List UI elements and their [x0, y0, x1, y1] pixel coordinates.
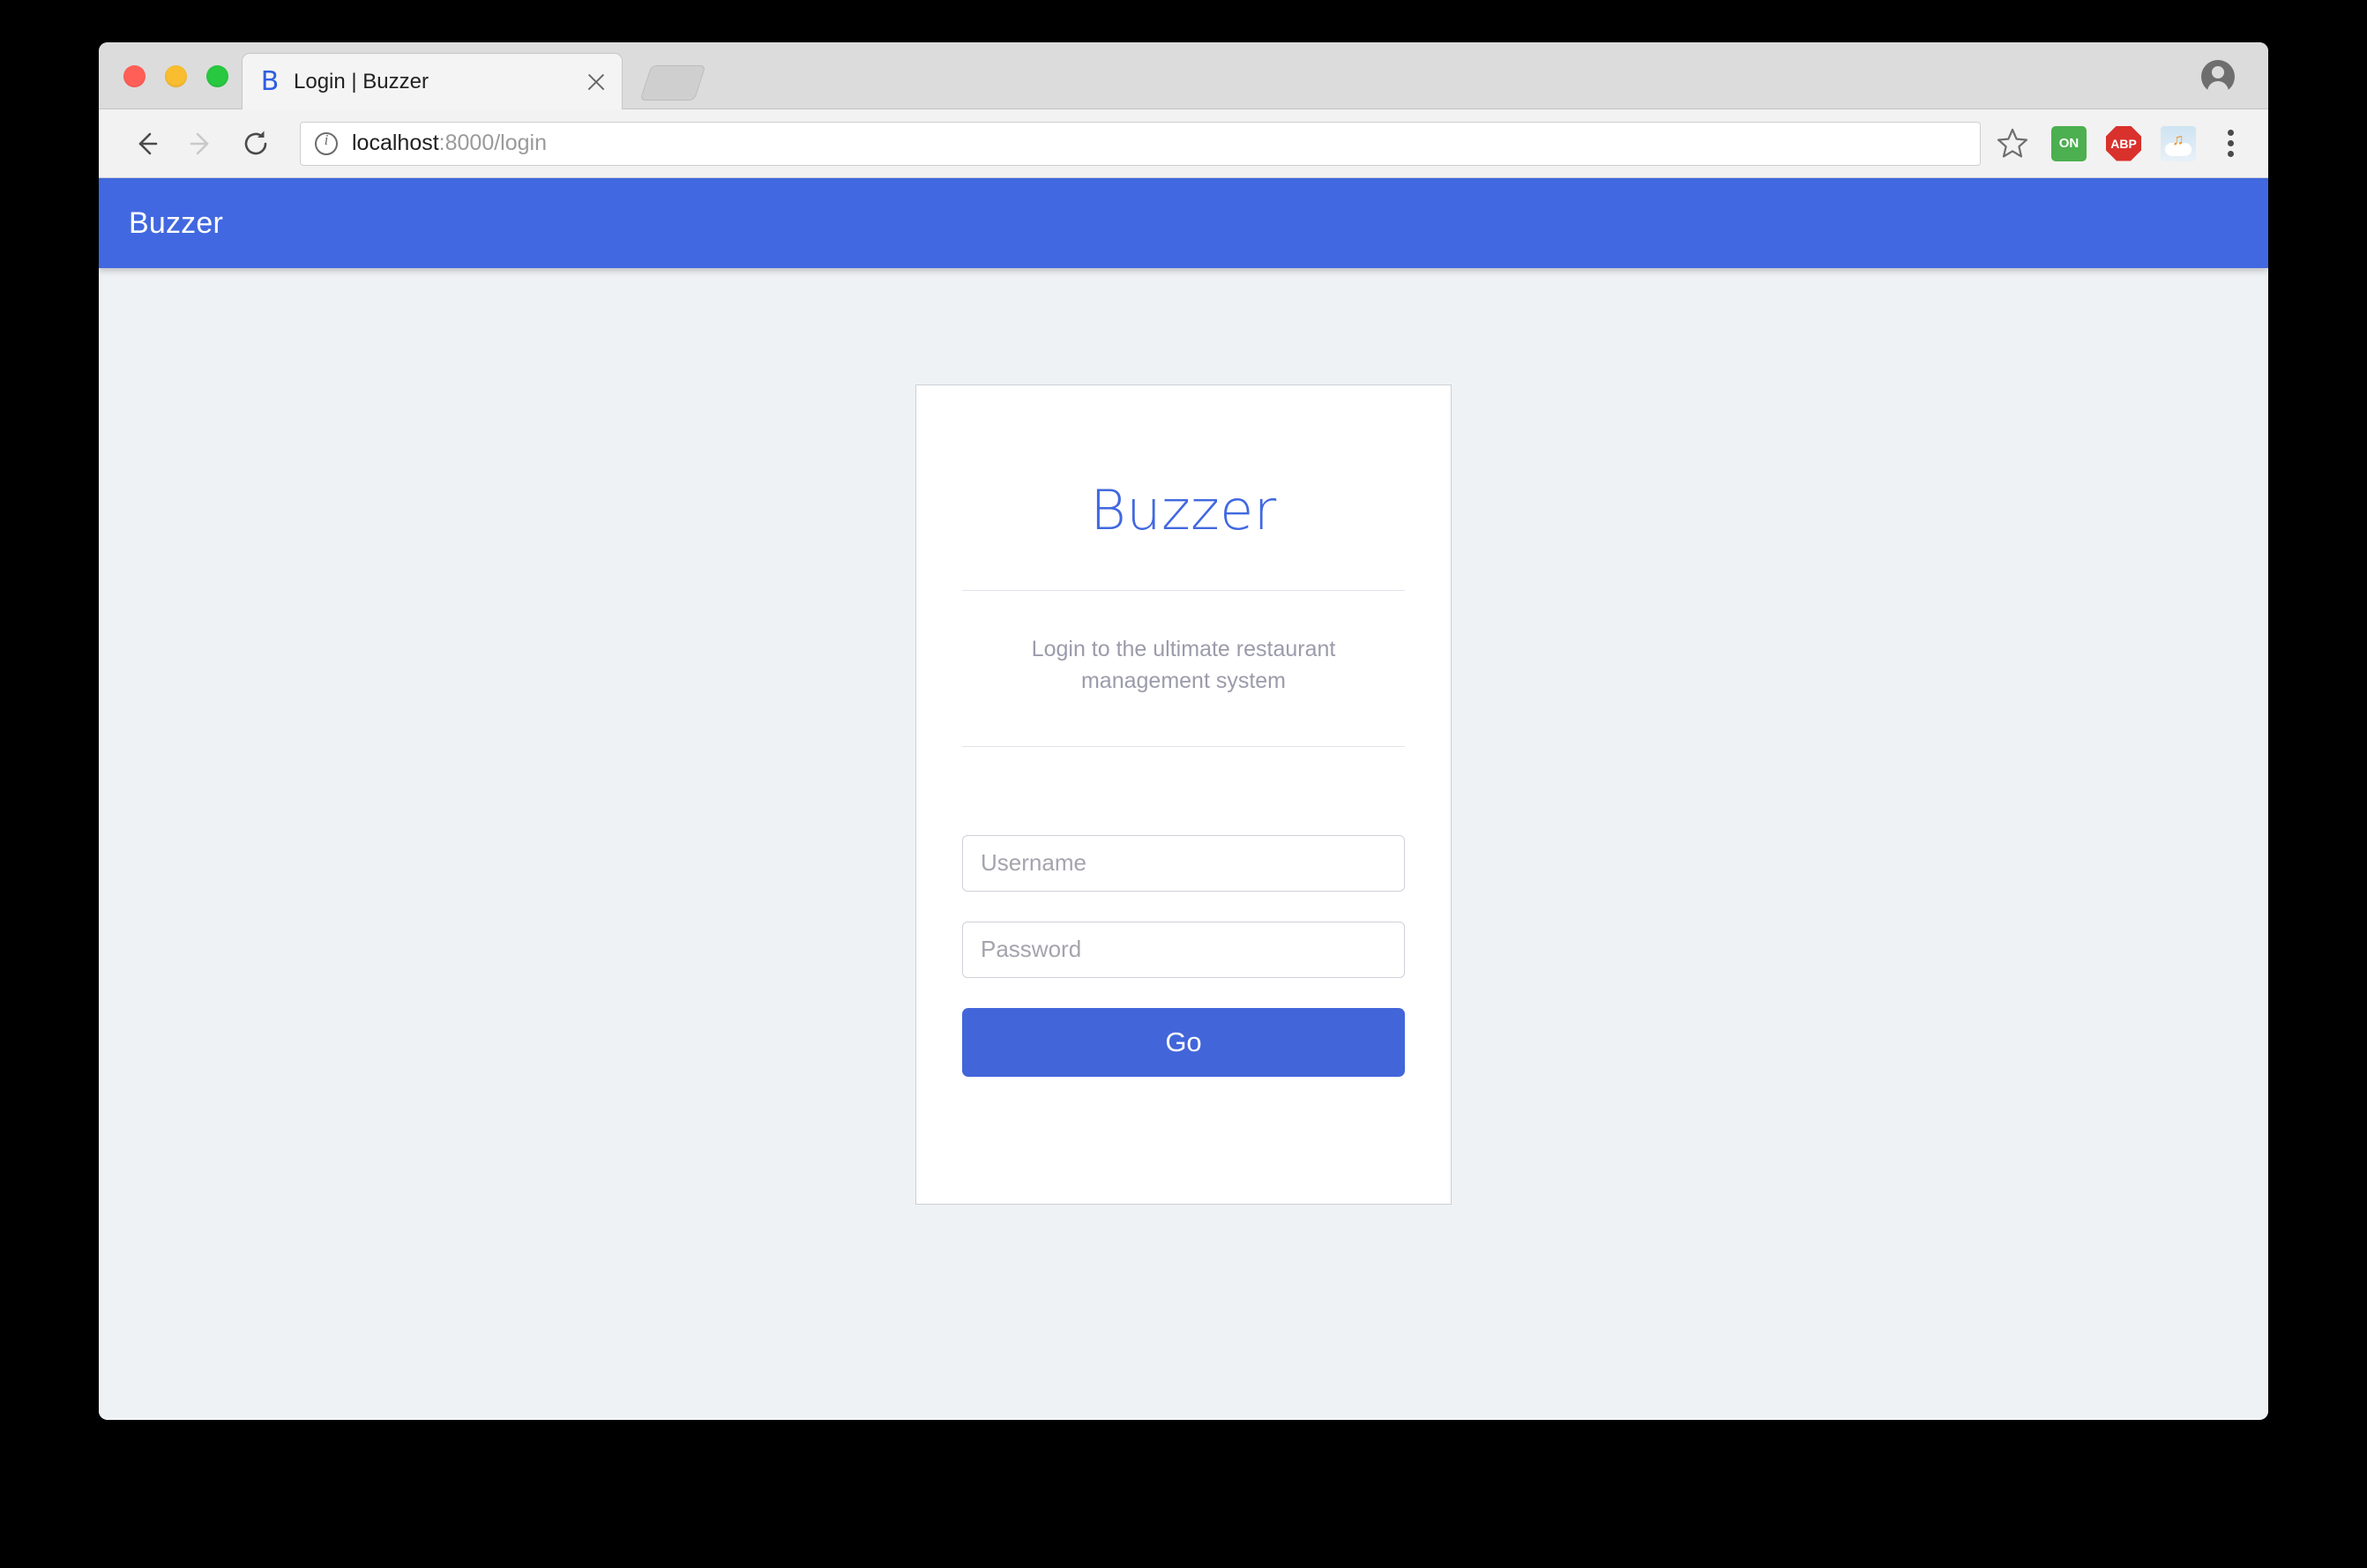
- forward-arrow-icon: [176, 119, 226, 168]
- on-toggle-extension-icon[interactable]: ON: [2051, 125, 2087, 161]
- password-input[interactable]: [962, 921, 1405, 978]
- browser-titlebar: B Login | Buzzer: [99, 42, 2268, 109]
- browser-window: B Login | Buzzer i localhost:8000/login …: [99, 42, 2268, 1420]
- new-tab-button[interactable]: [639, 65, 706, 101]
- username-input[interactable]: [962, 834, 1405, 892]
- reload-icon[interactable]: [231, 119, 280, 168]
- app-navbar: Buzzer: [99, 178, 2268, 268]
- tab-title: Login | Buzzer: [294, 69, 429, 93]
- url-path: :8000/login: [438, 131, 547, 155]
- close-tab-icon[interactable]: [583, 69, 609, 95]
- login-card-container: Buzzer Login to the ultimate restaurant …: [99, 268, 2268, 1205]
- page-viewport: Buzzer Buzzer Login to the ultimate rest…: [99, 178, 2268, 1419]
- browser-toolbar: localhost:8000/login ON ABP: [99, 109, 2268, 178]
- navbar-brand[interactable]: Buzzer: [129, 206, 223, 241]
- url-text: localhost:8000/login: [352, 131, 547, 156]
- back-arrow-icon[interactable]: [122, 119, 171, 168]
- close-window-button[interactable]: [123, 65, 146, 87]
- login-form: Go: [962, 747, 1405, 1077]
- account-icon[interactable]: [2201, 60, 2235, 95]
- login-submit-button[interactable]: Go: [962, 1007, 1405, 1077]
- window-controls: [123, 65, 228, 87]
- three-dot-menu-icon[interactable]: [2215, 124, 2245, 163]
- adblock-plus-extension-icon[interactable]: ABP: [2106, 125, 2141, 161]
- url-host: localhost: [352, 131, 439, 155]
- favicon-icon: B: [260, 65, 280, 97]
- login-card-subtitle: Login to the ultimate restaurant managem…: [1031, 637, 1336, 694]
- login-card: Buzzer Login to the ultimate restaurant …: [915, 385, 1452, 1205]
- address-bar[interactable]: localhost:8000/login: [300, 121, 1981, 166]
- login-card-title: Buzzer: [1090, 478, 1277, 542]
- card-bottom-spacer: [962, 1077, 1405, 1204]
- maximize-window-button[interactable]: [206, 65, 228, 87]
- bookmark-star-icon[interactable]: [1993, 124, 2032, 163]
- cloud-music-extension-icon[interactable]: [2161, 125, 2196, 161]
- page-info-icon[interactable]: [315, 131, 338, 155]
- browser-tab[interactable]: B Login | Buzzer: [242, 53, 623, 109]
- minimize-window-button[interactable]: [165, 65, 187, 87]
